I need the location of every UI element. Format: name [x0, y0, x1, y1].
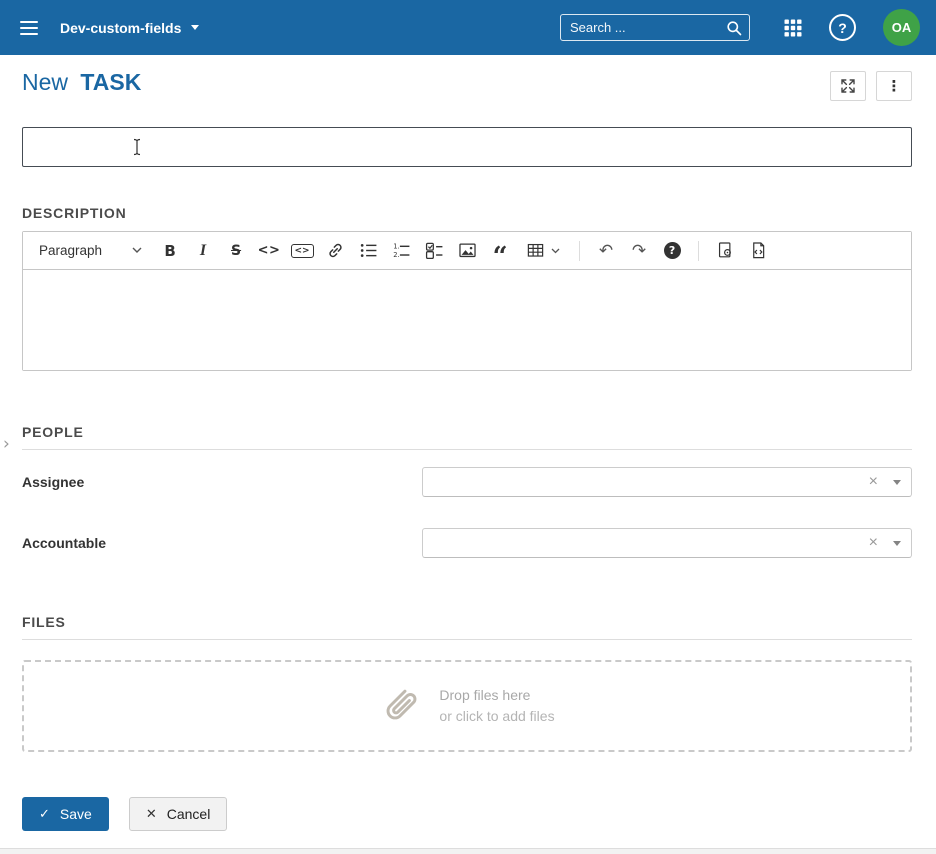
horizontal-scrollbar[interactable]: [0, 848, 936, 854]
help-glyph: ?: [838, 20, 847, 36]
dropzone-text: Drop files here or click to add files: [439, 685, 554, 727]
expand-icon: [840, 78, 856, 94]
preview-icon: [716, 241, 735, 260]
save-button[interactable]: ✓ Save: [22, 797, 109, 831]
project-name: Dev-custom-fields: [60, 20, 181, 36]
inline-code-button[interactable]: <>: [254, 237, 284, 265]
link-button[interactable]: [320, 237, 350, 265]
svg-text:2.: 2.: [393, 251, 399, 259]
preview-button[interactable]: [710, 237, 740, 265]
bulleted-list-button[interactable]: [353, 237, 383, 265]
paperclip-icon: [369, 675, 431, 737]
block-quote-button[interactable]: “: [485, 237, 515, 265]
bulleted-list-icon: [359, 241, 378, 260]
page-title: New TASK: [22, 69, 141, 96]
global-search[interactable]: [560, 14, 750, 41]
accountable-row: Accountable ×: [22, 528, 912, 558]
insert-image-button[interactable]: [452, 237, 482, 265]
link-icon: [326, 241, 345, 260]
accountable-label: Accountable: [22, 535, 422, 551]
table-icon: [526, 241, 545, 260]
svg-text:1.: 1.: [393, 243, 399, 251]
fullscreen-button[interactable]: [830, 71, 866, 101]
block-quote-icon: “: [493, 241, 508, 261]
description-editor: Paragraph B I S <> <>: [22, 231, 912, 371]
paragraph-style-dropdown[interactable]: Paragraph: [29, 237, 152, 265]
title-prefix: New: [22, 69, 68, 95]
strikethrough-button[interactable]: S: [221, 237, 251, 265]
search-input[interactable]: [570, 20, 726, 35]
chevron-down-icon: [551, 248, 560, 254]
title-type[interactable]: TASK: [80, 69, 141, 95]
file-dropzone[interactable]: Drop files here or click to add files: [22, 660, 912, 752]
description-section-label: DESCRIPTION: [22, 205, 912, 221]
insert-table-button[interactable]: [518, 237, 568, 265]
apps-grid-icon[interactable]: [784, 19, 802, 37]
kebab-icon: ⋮: [887, 77, 902, 95]
chevron-down-icon: [893, 480, 901, 485]
close-icon: ✕: [146, 807, 157, 822]
image-icon: [458, 241, 477, 260]
bold-button[interactable]: B: [155, 237, 185, 265]
people-section: PEOPLE Assignee × Accountable ×: [22, 424, 912, 558]
assignee-label: Assignee: [22, 474, 422, 490]
cancel-label: Cancel: [167, 806, 211, 822]
toolbar-separator: [579, 241, 580, 261]
help-icon[interactable]: ?: [829, 14, 856, 41]
inline-code-icon: <>: [258, 243, 281, 258]
search-icon[interactable]: [726, 20, 742, 36]
top-bar: Dev-custom-fields ? OA: [0, 0, 936, 55]
help-icon: ?: [664, 242, 681, 259]
sidebar-collapse-handle[interactable]: ›: [0, 433, 13, 456]
clear-icon[interactable]: ×: [869, 535, 878, 551]
work-package-form: New TASK ⋮: [0, 69, 936, 831]
undo-button[interactable]: ↶: [591, 237, 621, 265]
paragraph-style-label: Paragraph: [39, 243, 102, 258]
check-icon: ✓: [39, 807, 50, 822]
editor-help-button[interactable]: ?: [657, 237, 687, 265]
chevron-down-icon: [893, 541, 901, 546]
cancel-button[interactable]: ✕ Cancel: [129, 797, 228, 831]
subject-input[interactable]: [22, 127, 912, 167]
people-section-label: PEOPLE: [22, 424, 912, 440]
italic-button[interactable]: I: [188, 237, 218, 265]
files-section-label: FILES: [22, 614, 912, 630]
code-block-icon: <>: [291, 244, 314, 258]
todo-list-icon: [425, 241, 444, 260]
dropzone-line1: Drop files here: [439, 685, 554, 706]
accountable-select[interactable]: ×: [422, 528, 912, 558]
avatar-initials: OA: [892, 20, 912, 35]
numbered-list-icon: 1. 2.: [392, 241, 411, 260]
save-label: Save: [60, 806, 92, 822]
assignee-select[interactable]: ×: [422, 467, 912, 497]
undo-icon: ↶: [599, 241, 613, 261]
files-section: FILES Drop files here or click to add fi…: [22, 614, 912, 752]
source-button[interactable]: [743, 237, 773, 265]
menu-icon[interactable]: [16, 13, 42, 43]
italic-icon: I: [200, 242, 206, 260]
editor-toolbar: Paragraph B I S <> <>: [23, 232, 911, 270]
redo-icon: ↷: [632, 241, 646, 261]
numbered-list-button[interactable]: 1. 2.: [386, 237, 416, 265]
redo-button[interactable]: ↷: [624, 237, 654, 265]
code-block-button[interactable]: <>: [287, 237, 317, 265]
description-editor-body[interactable]: [23, 270, 911, 370]
project-selector[interactable]: Dev-custom-fields: [60, 20, 199, 36]
more-actions-button[interactable]: ⋮: [876, 71, 912, 101]
strikethrough-icon: S: [231, 243, 241, 259]
toolbar-separator: [698, 241, 699, 261]
assignee-row: Assignee ×: [22, 467, 912, 497]
clear-icon[interactable]: ×: [869, 474, 878, 490]
bold-icon: B: [164, 242, 175, 260]
dropzone-line2: or click to add files: [439, 706, 554, 727]
todo-list-button[interactable]: [419, 237, 449, 265]
chevron-down-icon: [132, 247, 142, 254]
avatar[interactable]: OA: [883, 9, 920, 46]
form-actions: ✓ Save ✕ Cancel: [22, 797, 912, 831]
source-code-icon: [749, 241, 768, 260]
chevron-down-icon: [191, 25, 199, 30]
